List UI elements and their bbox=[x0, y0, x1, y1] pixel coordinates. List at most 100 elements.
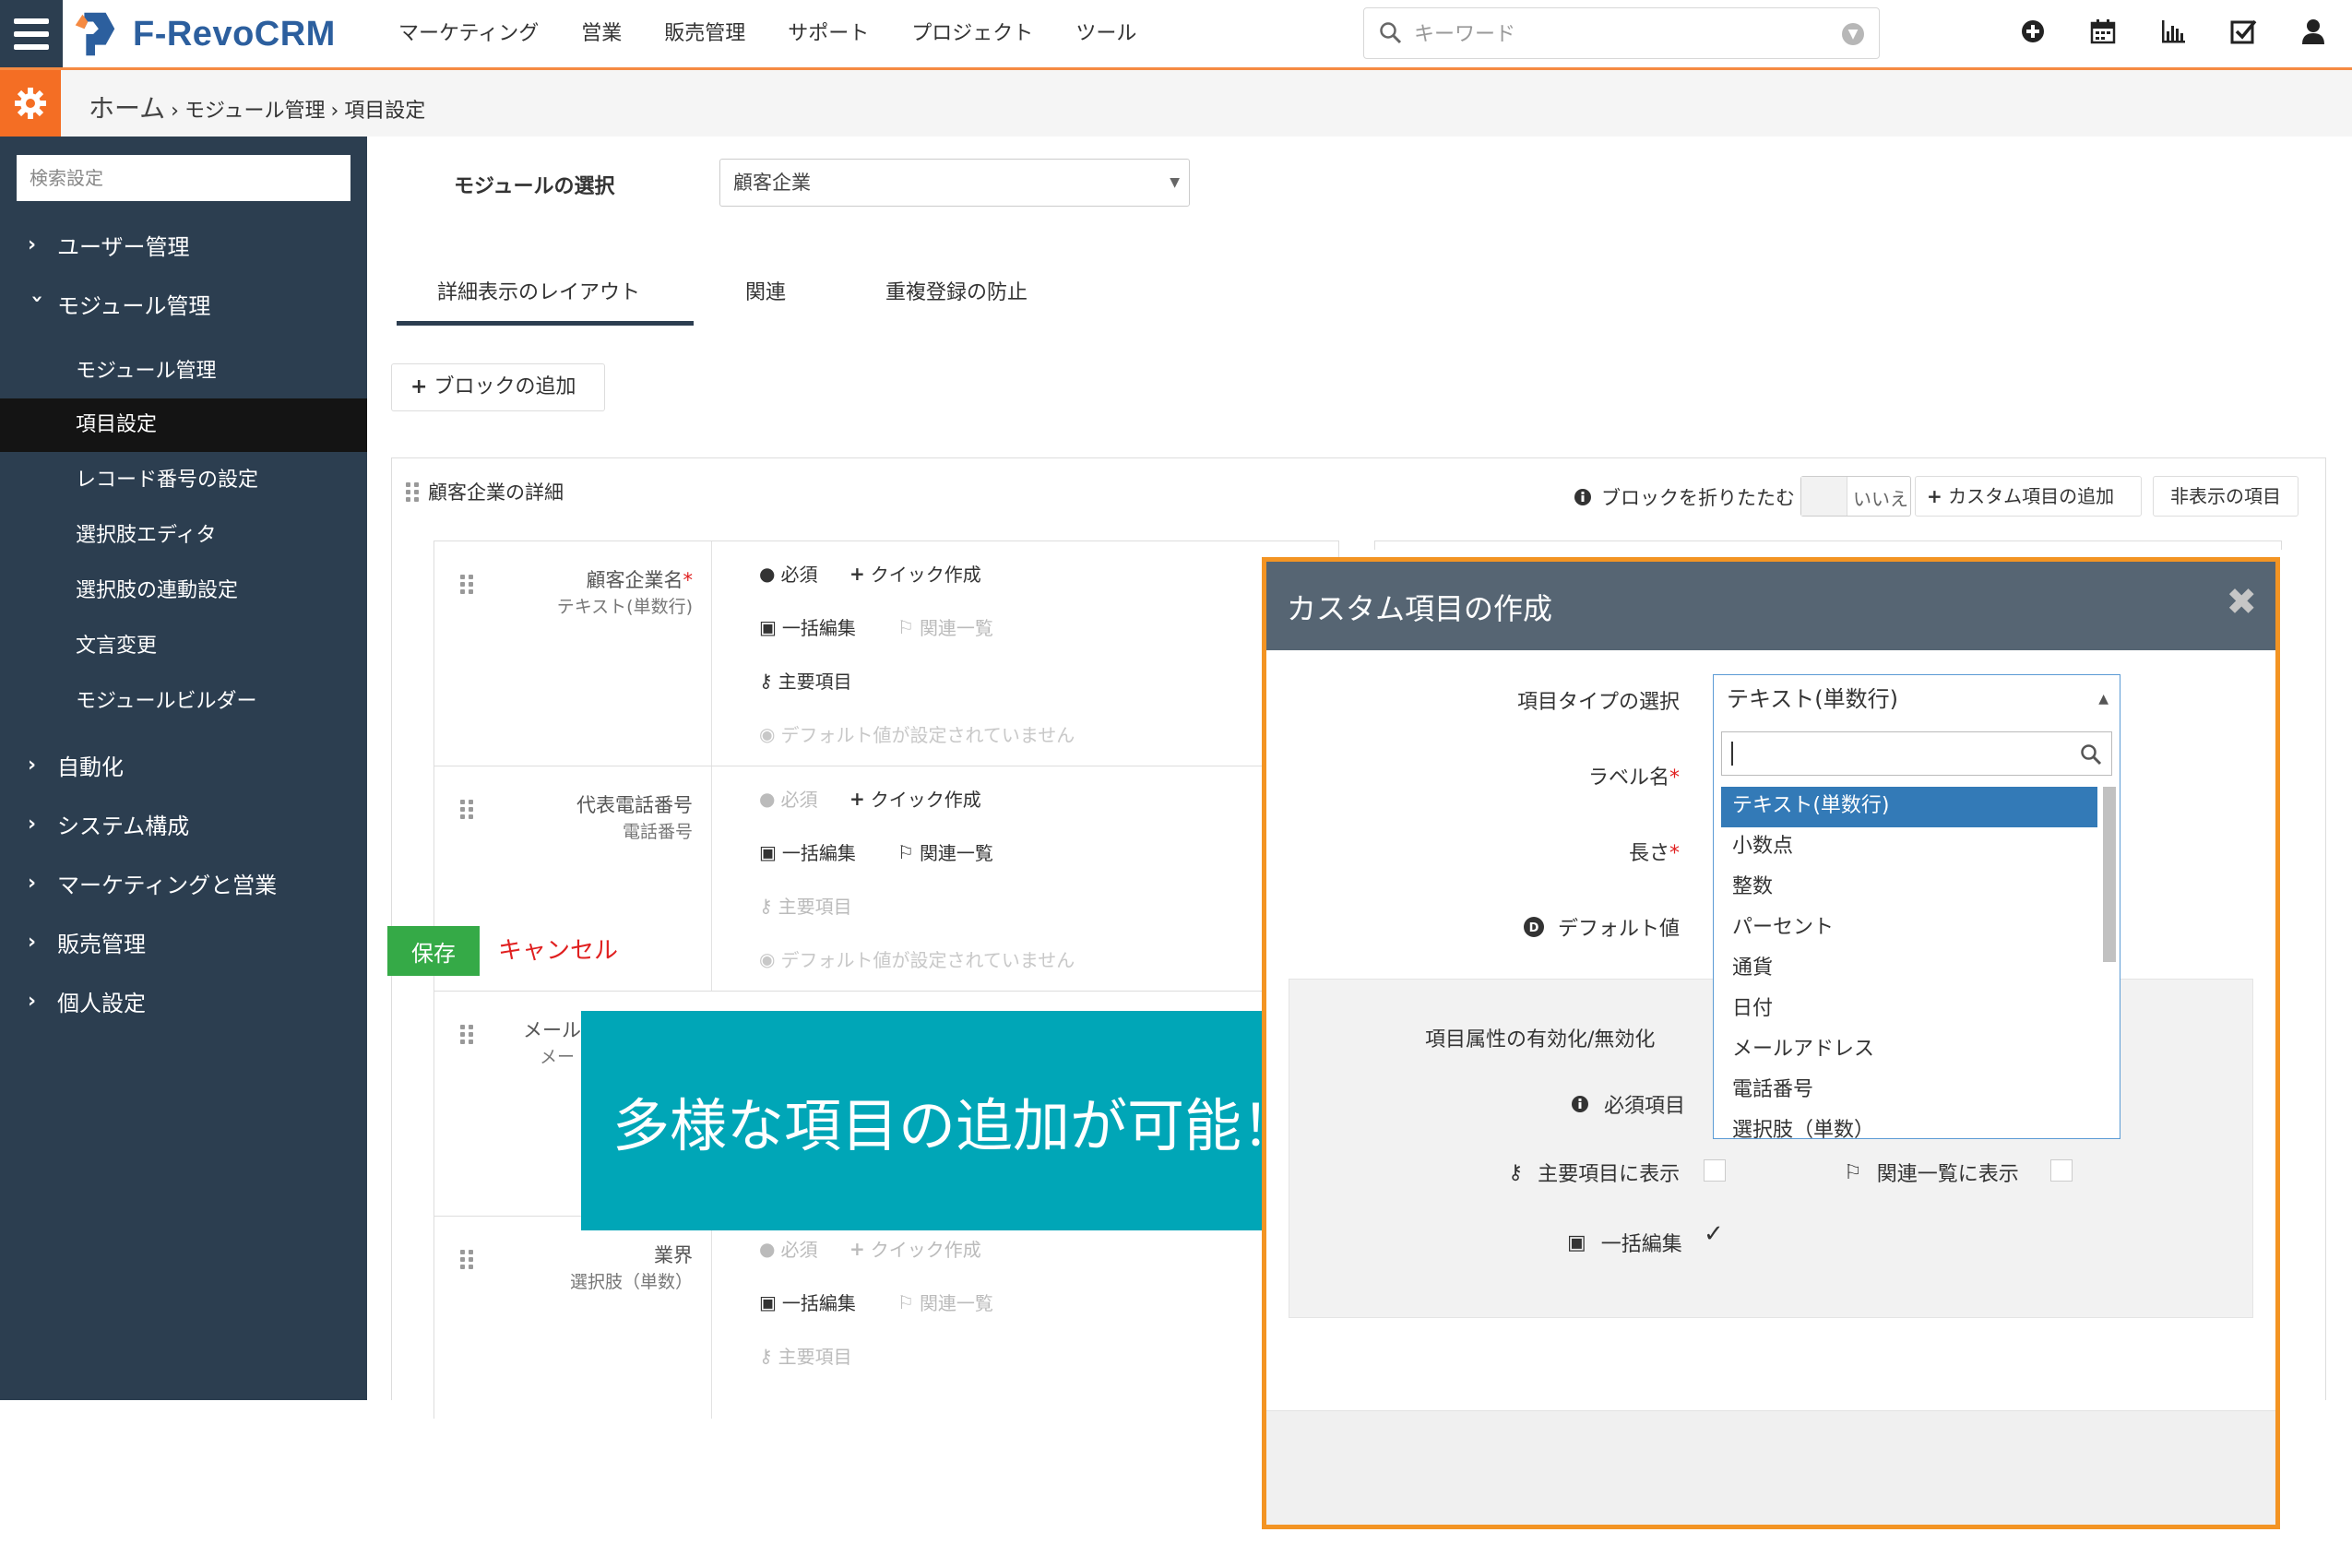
caret-up-icon: ▲ bbox=[2098, 692, 2108, 707]
drag-handle-icon[interactable] bbox=[460, 1025, 473, 1044]
prop-quick-create[interactable]: + クイック作成 bbox=[849, 785, 981, 812]
block-header: 顧客企業の詳細 bbox=[406, 478, 564, 505]
prop-related-list[interactable]: ⚐ 関連一覧 bbox=[897, 613, 993, 640]
option-picklist[interactable]: 選択肢（単数） bbox=[1721, 1111, 2097, 1138]
length-label: 長さ* bbox=[1629, 837, 1680, 866]
sidebar-sub-label-change[interactable]: 文言変更 bbox=[0, 620, 367, 673]
prop-required[interactable]: ● 必須 bbox=[759, 560, 817, 587]
sidebar-item-users[interactable]: › ユーザー管理 bbox=[28, 229, 190, 261]
field-card-right bbox=[1374, 540, 2282, 550]
add-custom-field-label: カスタム項目の追加 bbox=[1948, 485, 2115, 507]
menu-project[interactable]: プロジェクト bbox=[911, 17, 1033, 46]
module-select[interactable]: 顧客企業 ▼ bbox=[719, 159, 1190, 207]
checkbox-icon[interactable] bbox=[2228, 17, 2258, 46]
user-icon[interactable] bbox=[2299, 17, 2328, 46]
breadcrumb-home[interactable]: ホーム bbox=[89, 89, 165, 125]
chevron-down-icon[interactable]: ▼ bbox=[1842, 23, 1864, 45]
prop-mass-edit[interactable]: ▣ 一括編集 bbox=[759, 613, 856, 640]
prop-required[interactable]: ● 必須 bbox=[759, 785, 817, 812]
required-mark: * bbox=[1669, 842, 1680, 865]
menu-icon[interactable] bbox=[0, 0, 63, 67]
label-text: 一括編集 bbox=[1600, 1233, 1682, 1256]
attr-key-checkbox[interactable] bbox=[1704, 1159, 1726, 1182]
attr-related-checkbox[interactable] bbox=[2050, 1159, 2073, 1182]
prop-label: 主要項目 bbox=[778, 671, 852, 693]
option-text-single[interactable]: テキスト(単数行) bbox=[1721, 787, 2097, 827]
sidebar-item-personal[interactable]: › 個人設定 bbox=[28, 985, 146, 1017]
save-button[interactable]: 保存 bbox=[387, 926, 480, 976]
search-input[interactable] bbox=[1414, 18, 1801, 51]
menu-inventory[interactable]: 販売管理 bbox=[664, 17, 745, 46]
flag-icon: ⚐ bbox=[897, 840, 914, 863]
prop-related-list[interactable]: ⚐ 関連一覧 bbox=[897, 1289, 993, 1315]
prop-related-list[interactable]: ⚐ 関連一覧 bbox=[897, 838, 993, 865]
option-currency[interactable]: 通貨 bbox=[1721, 949, 2097, 990]
sidebar-item-system[interactable]: › システム構成 bbox=[28, 808, 189, 840]
sidebar-sub-record-numbering[interactable]: レコード番号の設定 bbox=[0, 454, 367, 507]
sidebar-sub-field-settings[interactable]: 項目設定 bbox=[0, 398, 367, 452]
option-email[interactable]: メールアドレス bbox=[1721, 1030, 2097, 1071]
dropdown-search-input[interactable] bbox=[1721, 731, 2112, 776]
option-phone[interactable]: 電話番号 bbox=[1721, 1071, 2097, 1111]
sidebar-item-inventory[interactable]: › 販売管理 bbox=[28, 926, 146, 958]
menu-support[interactable]: サポート bbox=[788, 17, 869, 46]
tab-related[interactable]: 関連 bbox=[745, 277, 786, 327]
add-custom-field-button[interactable]: + カスタム項目の追加 bbox=[1915, 476, 2142, 517]
brand-logo[interactable]: F-RevoCRM bbox=[68, 6, 336, 63]
drag-handle-icon[interactable] bbox=[406, 481, 419, 502]
calendar-icon[interactable] bbox=[2088, 17, 2118, 46]
prop-key-field[interactable]: ⚷ 主要項目 bbox=[759, 1342, 852, 1369]
prop-label: デフォルト値が設定されていません bbox=[780, 949, 1075, 971]
cancel-link[interactable]: キャンセル bbox=[498, 932, 618, 966]
option-date[interactable]: 日付 bbox=[1721, 990, 2097, 1030]
plus-circle-icon[interactable] bbox=[2018, 17, 2048, 46]
close-icon[interactable]: ✖ bbox=[2226, 584, 2257, 621]
option-integer[interactable]: 整数 bbox=[1721, 868, 2097, 909]
prop-label: 必須 bbox=[780, 564, 818, 586]
sidebar-item-label: モジュール管理 bbox=[57, 293, 211, 319]
prop-key-field[interactable]: ⚷ 主要項目 bbox=[759, 667, 852, 694]
default-value-icon: ◉ bbox=[759, 722, 776, 745]
prop-mass-edit[interactable]: ▣ 一括編集 bbox=[759, 1289, 856, 1315]
prop-quick-create[interactable]: + クイック作成 bbox=[849, 560, 981, 587]
mass-edit-icon: ▣ bbox=[759, 840, 777, 863]
breadcrumb-module-management[interactable]: モジュール管理 bbox=[184, 94, 325, 124]
modal-header: カスタム項目の作成 ✖ bbox=[1266, 562, 2275, 650]
drag-handle-icon[interactable] bbox=[460, 800, 473, 819]
prop-mass-edit[interactable]: ▣ 一括編集 bbox=[759, 838, 856, 865]
sidebar-item-modules[interactable]: › モジュール管理 bbox=[26, 288, 211, 320]
prop-key-field[interactable]: ⚷ 主要項目 bbox=[759, 892, 852, 919]
sidebar-sub-picklist-dependency[interactable]: 選択肢の連動設定 bbox=[0, 564, 367, 618]
fold-block-toggle[interactable]: いいえ bbox=[1800, 476, 1911, 517]
option-percent[interactable]: パーセント bbox=[1721, 909, 2097, 949]
breadcrumb-separator: › bbox=[171, 100, 179, 123]
sidebar-sub-picklist-editor[interactable]: 選択肢エディタ bbox=[0, 509, 367, 563]
menu-tools[interactable]: ツール bbox=[1075, 17, 1136, 46]
prop-label: 関連一覧 bbox=[919, 617, 993, 639]
field-type-select[interactable]: テキスト(単数行) ▲ bbox=[1713, 674, 2120, 724]
hidden-fields-button[interactable]: 非表示の項目 bbox=[2153, 476, 2299, 517]
bar-chart-icon[interactable] bbox=[2158, 17, 2188, 46]
sidebar-sub-module-management[interactable]: モジュール管理 bbox=[0, 345, 367, 398]
settings-search-input[interactable] bbox=[17, 155, 350, 201]
dropdown-scrollbar[interactable] bbox=[2103, 787, 2116, 962]
prop-label: 一括編集 bbox=[781, 842, 856, 864]
settings-gear-icon[interactable] bbox=[0, 70, 61, 137]
drag-handle-icon[interactable] bbox=[460, 1250, 473, 1269]
modal-title: カスタム項目の作成 bbox=[1287, 591, 1553, 626]
sidebar-item-automation[interactable]: › 自動化 bbox=[28, 749, 124, 781]
sidebar-sub-module-builder[interactable]: モジュールビルダー bbox=[0, 675, 367, 729]
attr-mass-edit-checkbox[interactable]: ✓ bbox=[1704, 1220, 1724, 1248]
menu-sales[interactable]: 営業 bbox=[581, 17, 622, 46]
tab-duplicate-prevention[interactable]: 重複登録の防止 bbox=[885, 277, 1028, 327]
add-block-button[interactable]: + ブロックの追加 bbox=[391, 363, 605, 411]
menu-marketing[interactable]: マーケティング bbox=[398, 17, 539, 46]
option-decimal[interactable]: 小数点 bbox=[1721, 827, 2097, 868]
tab-detail-layout[interactable]: 詳細表示のレイアウト bbox=[437, 277, 640, 327]
prop-quick-create[interactable]: + クイック作成 bbox=[849, 1235, 981, 1262]
label-text: 必須項目 bbox=[1604, 1095, 1686, 1118]
drag-handle-icon[interactable] bbox=[460, 575, 473, 594]
field-card: 業界 選択肢（単数） ● 必須 + クイック作成 ▣ 一括編集 ⚐ 関連一覧 ⚷ 主要項目 bbox=[434, 1216, 1339, 1419]
prop-required[interactable]: ● 必須 bbox=[759, 1235, 817, 1262]
sidebar-item-marketing-sales[interactable]: › マーケティングと営業 bbox=[28, 867, 277, 899]
